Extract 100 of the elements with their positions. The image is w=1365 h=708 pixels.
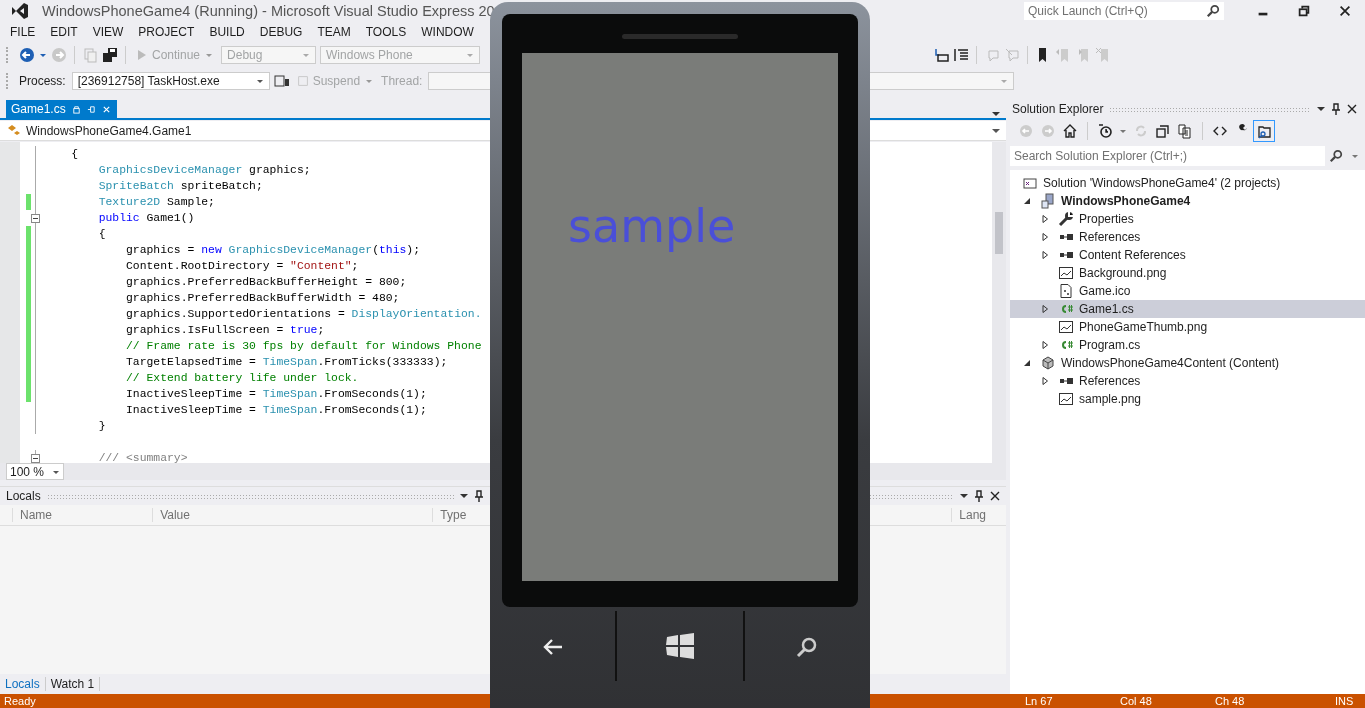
restore-icon[interactable] [1297, 4, 1311, 18]
dropdown-icon[interactable] [460, 492, 468, 500]
windows-logo-icon[interactable] [664, 630, 696, 662]
tree-item[interactable]: Background.png [1010, 264, 1365, 282]
show-all-files-icon[interactable] [1177, 123, 1193, 139]
caret-icon[interactable] [39, 51, 47, 59]
close-icon[interactable] [1347, 103, 1357, 115]
close-icon[interactable] [990, 490, 1000, 502]
column-number: Col 48 [1120, 695, 1153, 707]
tree-item[interactable]: Content References [1010, 246, 1365, 264]
code-line: graphics.IsFullScreen = true; [125, 323, 325, 338]
pin-icon[interactable] [974, 490, 984, 502]
code-line: SpriteBatch spriteBatch; [97, 179, 263, 194]
dropdown-icon[interactable] [960, 492, 968, 500]
menu-item[interactable]: FILE [4, 25, 42, 39]
tree-item[interactable]: References [1010, 228, 1365, 246]
pin-icon[interactable] [1331, 103, 1341, 115]
caret-icon[interactable] [1119, 127, 1127, 135]
column-header[interactable]: Value [152, 508, 433, 522]
list-icon[interactable] [953, 47, 969, 63]
lock-icon [71, 104, 81, 114]
image-file-icon [1058, 319, 1074, 335]
process-label: Process: [19, 74, 66, 88]
preview-icon[interactable] [1256, 123, 1272, 139]
collapsed-arrow-icon[interactable] [1040, 340, 1050, 350]
tree-item[interactable]: sample.png [1010, 390, 1365, 408]
search-icon [1206, 4, 1220, 18]
column-header[interactable]: Lang [951, 508, 986, 522]
collapsed-arrow-icon[interactable] [1040, 250, 1050, 260]
zoom-dropdown[interactable]: 100 % [6, 463, 64, 480]
home-icon[interactable] [1062, 123, 1078, 139]
tree-item[interactable]: Game1.cs [1010, 300, 1365, 318]
clock-icon[interactable] [1097, 123, 1113, 139]
tree-item[interactable]: PhoneGameThumb.png [1010, 318, 1365, 336]
tree-item[interactable]: Game.ico [1010, 282, 1365, 300]
pin-icon[interactable] [474, 490, 484, 502]
code-line: TargetElapsedTime = TimeSpan.FromTicks(333333); [125, 355, 448, 370]
code-line: graphics = new GraphicsDeviceManager(this); [125, 243, 420, 258]
search-field[interactable]: Search Solution Explorer (Ctrl+;) [1010, 146, 1325, 166]
tree-item[interactable]: WindowsPhoneGame4Content (Content) [1010, 354, 1365, 372]
collapsed-arrow-icon[interactable] [1040, 304, 1050, 314]
line-number: Ln 67 [1025, 695, 1054, 707]
menu-item[interactable]: BUILD [203, 25, 251, 39]
tree-item[interactable]: Properties [1010, 210, 1365, 228]
menu-item[interactable]: EDIT [44, 25, 84, 39]
solution-icon [1022, 175, 1038, 191]
collapsed-arrow-icon[interactable] [1040, 232, 1050, 242]
expanded-arrow-icon[interactable] [1022, 196, 1032, 206]
collapsed-arrow-icon[interactable] [1040, 376, 1050, 386]
code-line: Content.RootDirectory = "Content"; [125, 259, 359, 274]
back-icon[interactable] [19, 47, 35, 63]
indent-icon[interactable] [933, 47, 949, 63]
caret-icon[interactable] [1351, 152, 1359, 160]
menu-item[interactable]: TOOLS [359, 25, 413, 39]
save-all-icon[interactable] [102, 47, 118, 63]
status-text: Ready [4, 695, 36, 707]
process-dropdown[interactable]: [236912758] TaskHost.exe [71, 72, 270, 90]
code-line: // Frame rate is 30 fps by default for Windows Phone [125, 339, 482, 354]
code-line: { [70, 147, 79, 162]
insert-mode: INS [1335, 695, 1355, 707]
quick-launch-field[interactable]: Quick Launch (Ctrl+Q) [1024, 2, 1224, 20]
menu-item[interactable]: TEAM [311, 25, 357, 39]
menu-item[interactable]: PROJECT [132, 25, 201, 39]
collapse-icon[interactable] [31, 453, 40, 463]
collapsed-arrow-icon[interactable] [1040, 214, 1050, 224]
code-line: // Extend battery life under lock. [125, 371, 359, 386]
tree-item[interactable]: References [1010, 372, 1365, 390]
code-line: InactiveSleepTime = TimeSpan.FromSeconds(1); [125, 403, 427, 418]
vertical-scrollbar[interactable] [992, 142, 1006, 463]
code-line: InactiveSleepTime = TimeSpan.FromSeconds(1); [125, 387, 427, 402]
expanded-arrow-icon[interactable] [1022, 358, 1032, 368]
menu-item[interactable]: DEBUG [253, 25, 309, 39]
tree-item[interactable]: Program.cs [1010, 336, 1365, 354]
navigation-dropdown[interactable]: WindowsPhoneGame4.Game1 [0, 121, 490, 141]
menu-item[interactable]: VIEW [86, 25, 130, 39]
tab-list-icon[interactable] [992, 110, 1000, 118]
search-icon [1329, 149, 1343, 163]
character-number: Ch 48 [1215, 695, 1246, 707]
close-icon[interactable] [1338, 4, 1352, 18]
code-line: graphics.PreferredBackBufferWidth = 480; [125, 291, 400, 306]
visual-studio-logo-icon [10, 1, 30, 21]
caret-icon [365, 77, 374, 85]
caret-icon [302, 51, 311, 59]
caret-icon [466, 51, 475, 59]
threads-icon[interactable] [273, 73, 290, 89]
image-file-icon [1058, 391, 1074, 407]
package-icon [1040, 355, 1056, 371]
pause-window-icon [297, 75, 308, 87]
dropdown-icon[interactable] [1317, 105, 1325, 113]
menu-item[interactable]: WINDOW [415, 25, 480, 39]
code-line: { [97, 227, 106, 242]
project-icon [1040, 193, 1056, 209]
panel-tab[interactable]: Watch 1 [45, 677, 101, 691]
tree-item[interactable]: Solution 'WindowsPhoneGame4' (2 projects) [1010, 174, 1365, 192]
panel-tab[interactable]: Locals [0, 677, 46, 691]
file-icon [1058, 283, 1074, 299]
collapse-all-icon[interactable] [1155, 123, 1171, 139]
column-header[interactable]: Name [12, 508, 153, 522]
collapse-icon[interactable] [31, 213, 40, 223]
tree-item[interactable]: WindowsPhoneGame4 [1010, 192, 1365, 210]
